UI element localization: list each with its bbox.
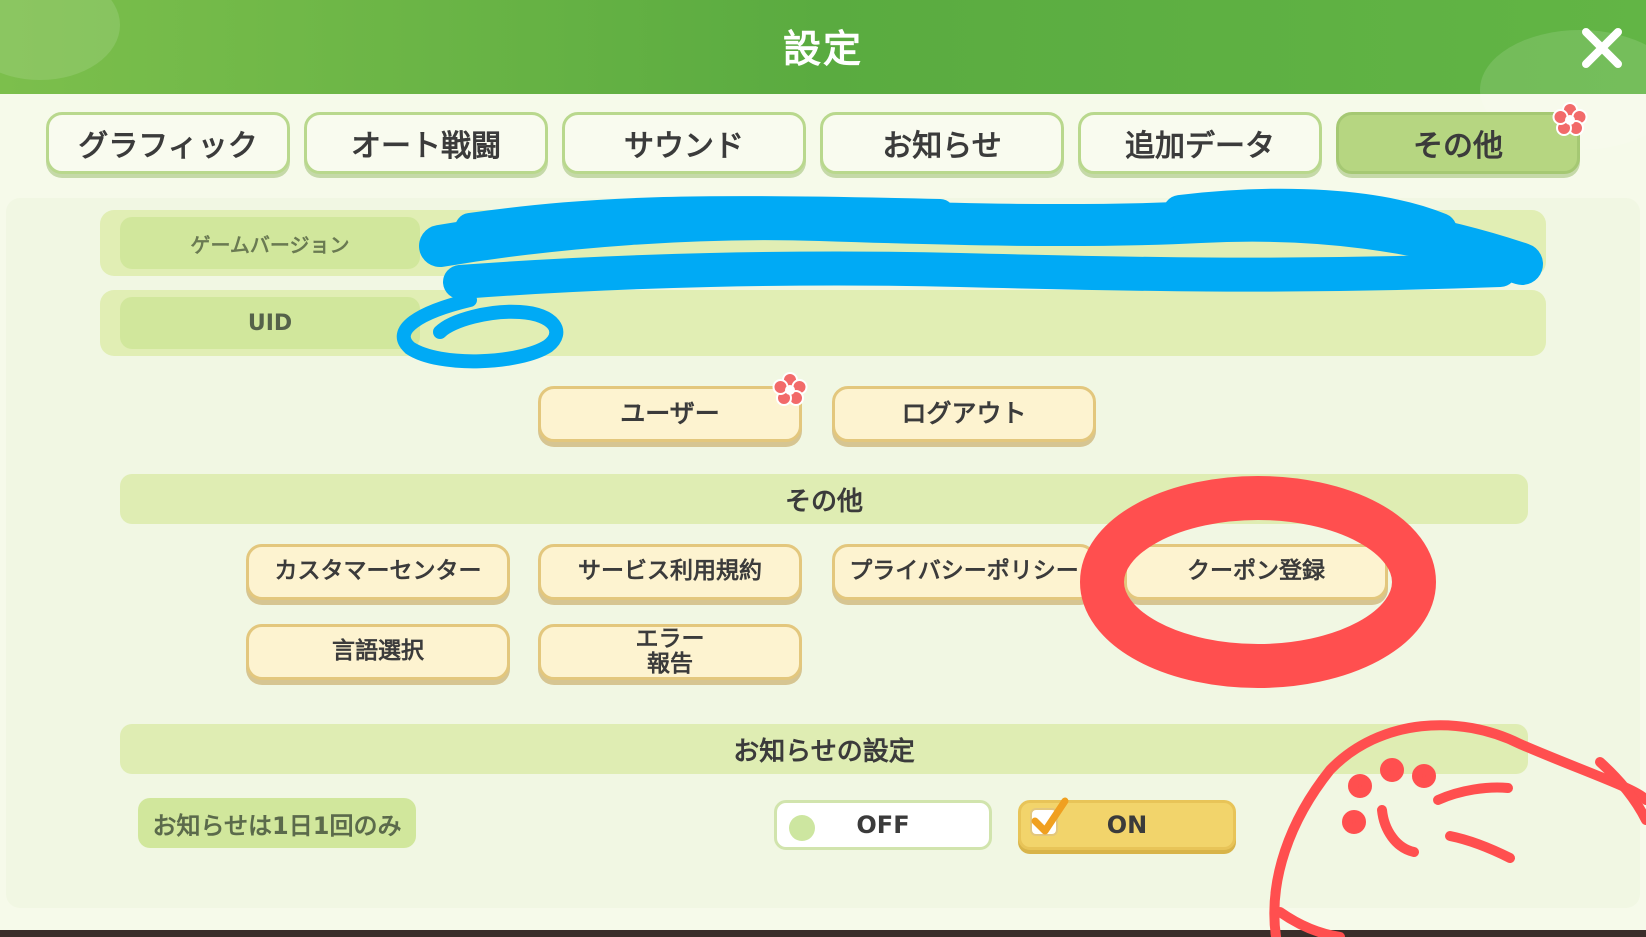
notification-section-header: お知らせの設定 — [120, 724, 1528, 774]
dialog-title: 設定 — [782, 27, 863, 71]
close-button[interactable] — [1572, 18, 1632, 78]
error-report-label-line1: エラー — [635, 625, 705, 652]
title-bar: 設定 — [0, 0, 1646, 150]
off-label: OFF — [856, 811, 910, 839]
tab-graphics[interactable]: グラフィック — [46, 112, 290, 174]
game-version-row: ゲームバージョン — [100, 210, 1546, 276]
flower-badge-icon — [1552, 102, 1588, 136]
logout-button[interactable]: ログアウト — [832, 386, 1096, 442]
tab-sound[interactable]: サウンド — [562, 112, 806, 174]
notification-on-toggle[interactable]: ON — [1018, 797, 1236, 850]
terms-of-service-button[interactable]: サービス利用規約 — [538, 544, 802, 600]
notification-once-daily-label: お知らせは1日1回のみ — [138, 798, 416, 848]
on-label: ON — [1106, 811, 1148, 839]
settings-content: ゲームバージョン UID ユーザー ログアウト その他 カスタマーセンター サー… — [6, 198, 1640, 908]
error-report-label-line2: 報告 — [647, 651, 693, 677]
customer-center-button[interactable]: カスタマーセンター — [246, 544, 510, 600]
other-section-header: その他 — [120, 474, 1528, 524]
uid-value — [440, 300, 1526, 346]
flower-badge-icon — [772, 372, 808, 406]
close-icon — [1582, 28, 1622, 68]
radio-dot-icon — [789, 815, 815, 841]
checkmark-icon — [1030, 797, 1069, 836]
tab-other[interactable]: その他 — [1336, 112, 1580, 174]
user-button[interactable]: ユーザー — [538, 386, 802, 442]
background-strip — [0, 930, 1646, 937]
uid-row: UID — [100, 290, 1546, 356]
uid-label: UID — [120, 297, 420, 349]
tab-additional-data[interactable]: 追加データ — [1078, 112, 1322, 174]
privacy-policy-button[interactable]: プライバシーポリシー — [832, 544, 1096, 600]
tab-notices[interactable]: お知らせ — [820, 112, 1064, 174]
settings-tabs: グラフィック オート戦闘 サウンド お知らせ 追加データ その他 — [46, 102, 1588, 178]
coupon-registration-button[interactable]: クーポン登録 — [1124, 544, 1388, 600]
game-version-value — [440, 220, 1526, 266]
language-select-button[interactable]: 言語選択 — [246, 624, 510, 680]
tab-auto-battle[interactable]: オート戦闘 — [304, 112, 548, 174]
game-version-label: ゲームバージョン — [120, 217, 420, 269]
error-report-button[interactable]: エラー 報告 — [538, 624, 802, 680]
notification-off-toggle[interactable]: OFF — [774, 800, 992, 850]
settings-dialog: 設定 グラフィック オート戦闘 サウンド お知らせ 追加データ その他 ゲームバ… — [0, 0, 1646, 930]
tab-other-label: その他 — [1413, 129, 1503, 164]
